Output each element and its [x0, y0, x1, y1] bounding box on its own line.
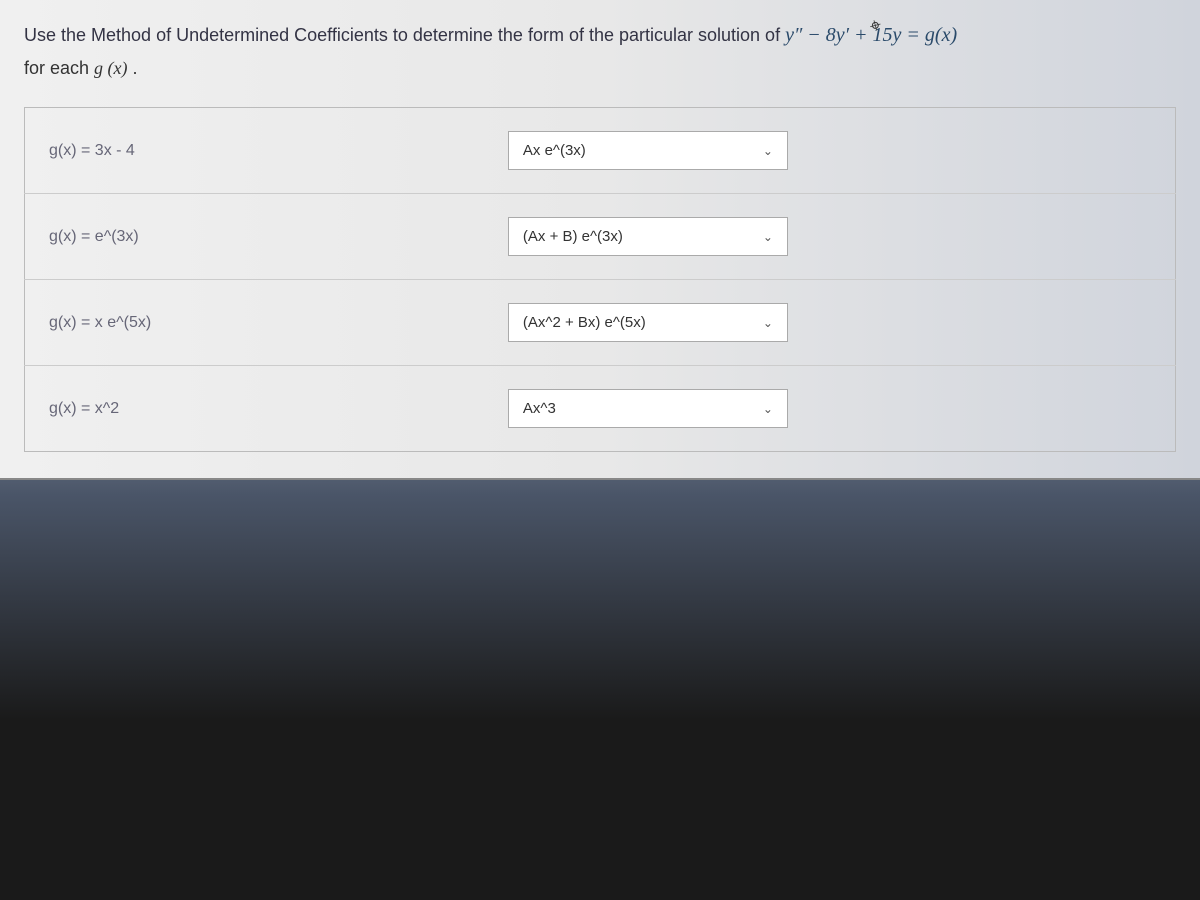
question-subline: for each g (x) .	[24, 58, 1176, 79]
for-each-text: for each	[24, 58, 94, 78]
dropdown-cell: Ax e^(3x) ⌄	[508, 108, 1176, 194]
dropdown-cell: (Ax + B) e^(3x) ⌄	[508, 194, 1176, 280]
question-prompt: Use the Method of Undetermined Coefficie…	[24, 20, 1176, 50]
answer-table: g(x) = 3x - 4 Ax e^(3x) ⌄ g(x) = e^(3x) …	[24, 107, 1176, 452]
chevron-down-icon: ⌄	[763, 144, 773, 158]
table-row: g(x) = x e^(5x) (Ax^2 + Bx) e^(5x) ⌄	[25, 280, 1176, 366]
answer-dropdown-1[interactable]: Ax e^(3x) ⌄	[508, 131, 788, 170]
period: .	[128, 58, 138, 78]
question-panel: Use the Method of Undetermined Coefficie…	[0, 0, 1200, 480]
gx-label: g (x)	[94, 58, 127, 78]
row-label: g(x) = x^2	[25, 366, 508, 452]
chevron-down-icon: ⌄	[763, 316, 773, 330]
row-label: g(x) = x e^(5x)	[25, 280, 508, 366]
dropdown-value: (Ax + B) e^(3x)	[523, 228, 753, 245]
table-row: g(x) = 3x - 4 Ax e^(3x) ⌄	[25, 108, 1176, 194]
row-label: g(x) = 3x - 4	[25, 108, 508, 194]
dropdown-value: Ax e^(3x)	[523, 142, 753, 159]
chevron-down-icon: ⌄	[763, 402, 773, 416]
prompt-text: Use the Method of Undetermined Coefficie…	[24, 25, 785, 45]
table-row: g(x) = e^(3x) (Ax + B) e^(3x) ⌄	[25, 194, 1176, 280]
row-label: g(x) = e^(3x)	[25, 194, 508, 280]
answer-dropdown-3[interactable]: (Ax^2 + Bx) e^(5x) ⌄	[508, 303, 788, 342]
answer-dropdown-2[interactable]: (Ax + B) e^(3x) ⌄	[508, 217, 788, 256]
table-row: g(x) = x^2 Ax^3 ⌄	[25, 366, 1176, 452]
dropdown-cell: Ax^3 ⌄	[508, 366, 1176, 452]
dropdown-cell: (Ax^2 + Bx) e^(5x) ⌄	[508, 280, 1176, 366]
answer-dropdown-4[interactable]: Ax^3 ⌄	[508, 389, 788, 428]
chevron-down-icon: ⌄	[763, 230, 773, 244]
dropdown-value: Ax^3	[523, 400, 753, 417]
dropdown-value: (Ax^2 + Bx) e^(5x)	[523, 314, 753, 331]
